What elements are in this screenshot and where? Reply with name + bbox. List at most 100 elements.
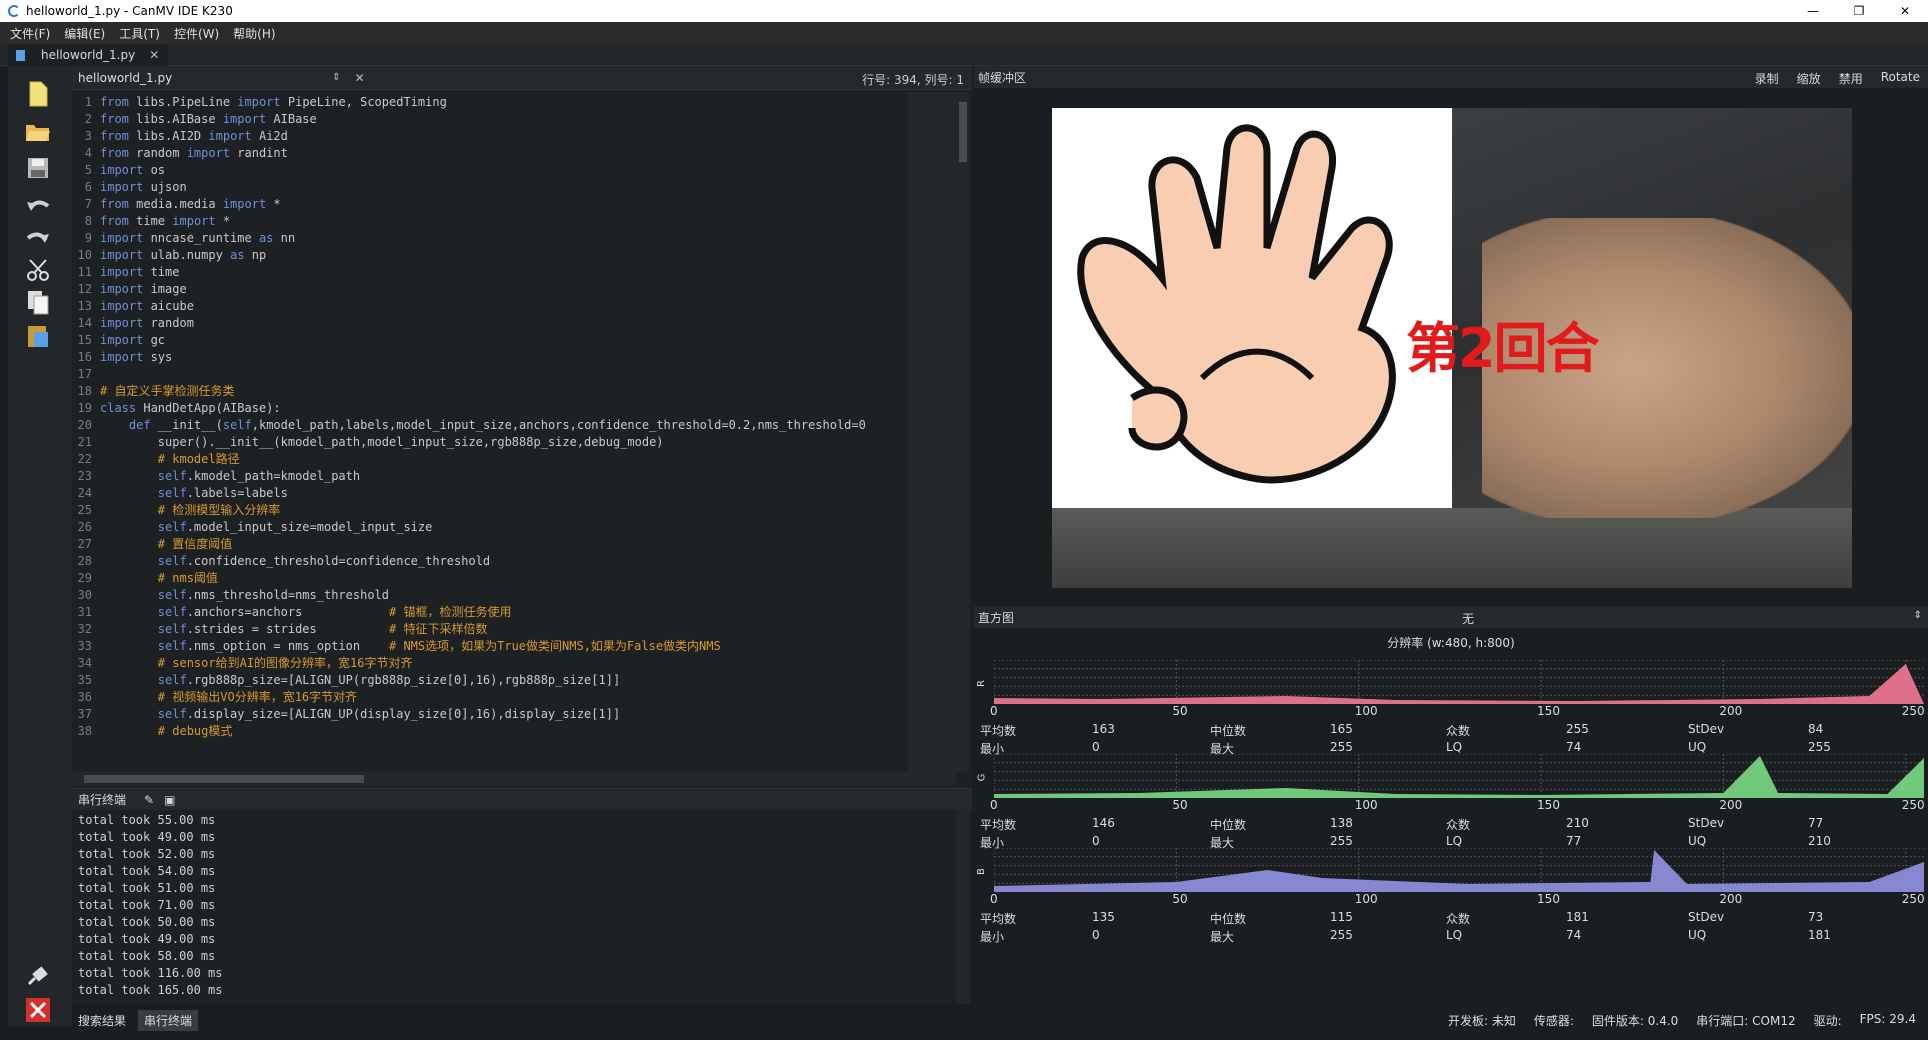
paste-button[interactable] [24,322,52,350]
file-switch-icon[interactable]: ⇕ [332,72,340,83]
frame-buffer-panel: 帧缓冲区 录制 缩放 禁用 Rotate 第2回合 [974,66,1928,606]
code-line: 10 import ulab.numpy as np [72,247,908,264]
stat-value-mode: 181 [1566,910,1589,924]
serial-terminal-title: 串行终端 [78,793,127,807]
line-text: import os [100,163,166,177]
line-text: from time import * [100,214,231,228]
terminal-line: total took 54.00 ms [78,864,216,878]
line-number: 20 [77,418,92,432]
line-text: self.rgb888p_size=[ALIGN_UP(rgb888p_size… [157,673,621,687]
stat-value-median: 138 [1330,816,1353,830]
histogram-mode-select[interactable]: 无 [1462,610,1474,627]
editor-minimap [908,92,956,772]
menu-edit[interactable]: 编辑(E) [64,25,105,42]
editor-vertical-scrollbar[interactable] [956,92,970,772]
stat-label-median: 中位数 [1210,724,1247,738]
open-file-button[interactable] [24,118,52,146]
line-text: self.model_input_size=model_input_size [157,520,433,534]
menu-controls[interactable]: 控件(W) [174,25,219,42]
line-text: self.labels=labels [157,486,288,500]
line-number: 6 [84,180,92,194]
stat-label-lq: LQ [1446,928,1463,942]
line-text: # debug模式 [157,724,233,738]
code-line: 22 # kmodel路径 [72,451,908,468]
line-number: 18 [77,384,92,398]
scroll-thumb[interactable] [84,775,364,783]
menu-help[interactable]: 帮助(H) [233,25,275,42]
editor-horizontal-scrollbar[interactable] [72,772,956,786]
serial-terminal-output[interactable]: total took 55.00 ms total took 49.00 ms to… [72,810,956,1004]
line-text: import ujson [100,180,187,194]
connect-button[interactable] [24,962,52,990]
stat-value-stdev: 73 [1808,910,1824,924]
histogram-area [994,850,1924,892]
stat-value-uq: 181 [1808,928,1831,942]
scroll-thumb[interactable] [959,102,967,162]
line-text: class HandDetApp(AIBase): [100,401,281,415]
copy-button[interactable] [24,288,52,316]
new-file-button[interactable] [24,80,52,108]
clear-terminal-icon[interactable]: ✎ [144,793,154,807]
line-text: self.anchors=anchors # 锚框，检测任务使用 [157,605,512,619]
code-line: 32 self.strides = strides # 特征下采样倍数 [72,621,908,638]
save-button[interactable] [24,154,52,182]
copy-icon [28,291,49,315]
stat-label-mode: 众数 [1446,818,1471,832]
tick-label: 250 [1901,892,1925,906]
zoom-button[interactable]: 缩放 [1797,70,1821,87]
terminal-line: total took 71.00 ms [78,898,216,912]
stat-label-median: 中位数 [1210,912,1247,926]
line-text: import time [100,265,180,279]
stat-value-median: 115 [1330,910,1353,924]
cut-button[interactable] [24,256,52,284]
rotate-button[interactable]: Rotate [1881,70,1920,87]
menu-tools[interactable]: 工具(T) [119,25,160,42]
maximize-button[interactable]: ❐ [1836,0,1882,22]
save-terminal-icon[interactable]: ▣ [164,793,175,807]
status-driver: 驱动: [1813,1014,1842,1028]
editor-file-name[interactable]: helloworld_1.py [78,71,172,85]
line-text: import aicube [100,299,194,313]
code-line: 4 from random import randint [72,145,908,162]
paste-icon [28,326,48,347]
close-button[interactable]: ✕ [1882,0,1928,22]
stat-value-max: 255 [1330,928,1353,942]
stat-value-stdev: 77 [1808,816,1824,830]
serial-scrollbar[interactable] [956,810,970,1004]
line-number: 1 [84,95,92,109]
stat-value-mode: 255 [1566,722,1589,736]
line-number: 16 [77,350,92,364]
code-area[interactable]: 1 from libs.PipeLine import PipeLine, Sco… [72,94,908,766]
histogram-channel-b: B 0 50 100 150 200 250 平均数 135 中位数 115 众数 181 StDev 73… [974,844,1928,944]
histogram-area [994,664,1924,704]
line-text: from libs.AIBase import AIBase [100,112,317,126]
code-line: 19 class HandDetApp(AIBase): [72,400,908,417]
menu-file[interactable]: 文件(F) [10,25,50,42]
tab-helloworld[interactable]: helloworld_1.py ✕ [8,44,168,66]
select-arrows-icon[interactable]: ⇕ [1914,610,1922,621]
line-number: 31 [77,605,92,619]
line-number: 26 [77,520,92,534]
window-title: helloworld_1.py - CanMV IDE K230 [26,4,233,18]
code-line: 17 [72,366,908,383]
stat-label-uq: UQ [1688,928,1707,942]
terminal-line: total took 50.00 ms [78,915,216,929]
minimize-button[interactable]: — [1790,0,1836,22]
undo-button[interactable] [24,192,52,220]
record-button[interactable]: 录制 [1755,70,1779,87]
code-line: 30 self.nms_threshold=nms_threshold [72,587,908,604]
histogram-plot [994,660,1924,704]
plug-icon [27,966,48,986]
code-line: 24 self.labels=labels [72,485,908,502]
histogram-resolution: 分辨率 (w:480, h:800) [1387,636,1515,650]
line-text: super().__init__(kmodel_path,model_input… [100,435,664,449]
code-line: 16 import sys [72,349,908,366]
python-file-icon [16,49,25,61]
tick-label: 0 [990,704,998,718]
redo-button[interactable] [24,224,52,252]
tab-close-icon[interactable]: ✕ [149,48,159,62]
editor-close-icon[interactable]: ✕ [355,71,365,85]
stat-label-mean: 平均数 [980,818,1017,832]
channel-label: G [976,773,988,782]
disable-button[interactable]: 禁用 [1839,70,1863,87]
